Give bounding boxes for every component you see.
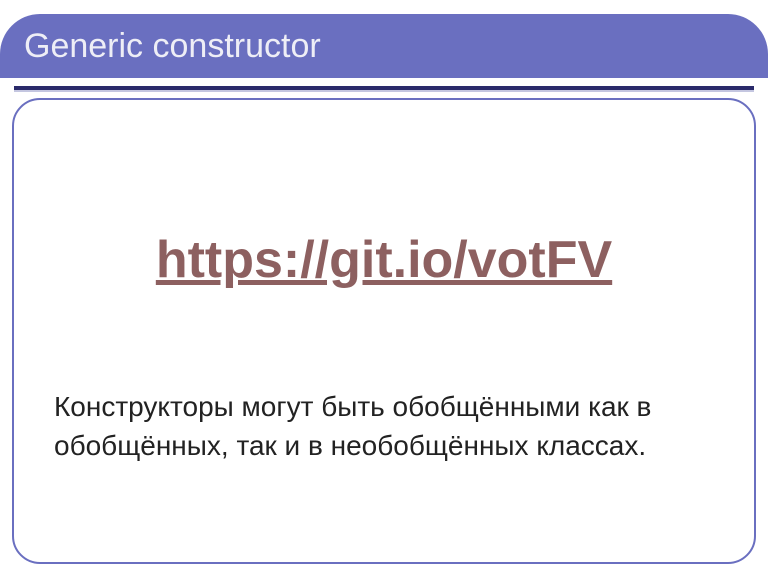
slide-title: Generic constructor xyxy=(24,27,321,66)
main-link[interactable]: https://git.io/votFV xyxy=(0,230,768,290)
divider-light xyxy=(14,90,754,92)
content-frame xyxy=(12,98,756,564)
title-bar: Generic constructor xyxy=(0,14,768,78)
body-text: Конструкторы могут быть обобщёнными как … xyxy=(54,388,720,465)
